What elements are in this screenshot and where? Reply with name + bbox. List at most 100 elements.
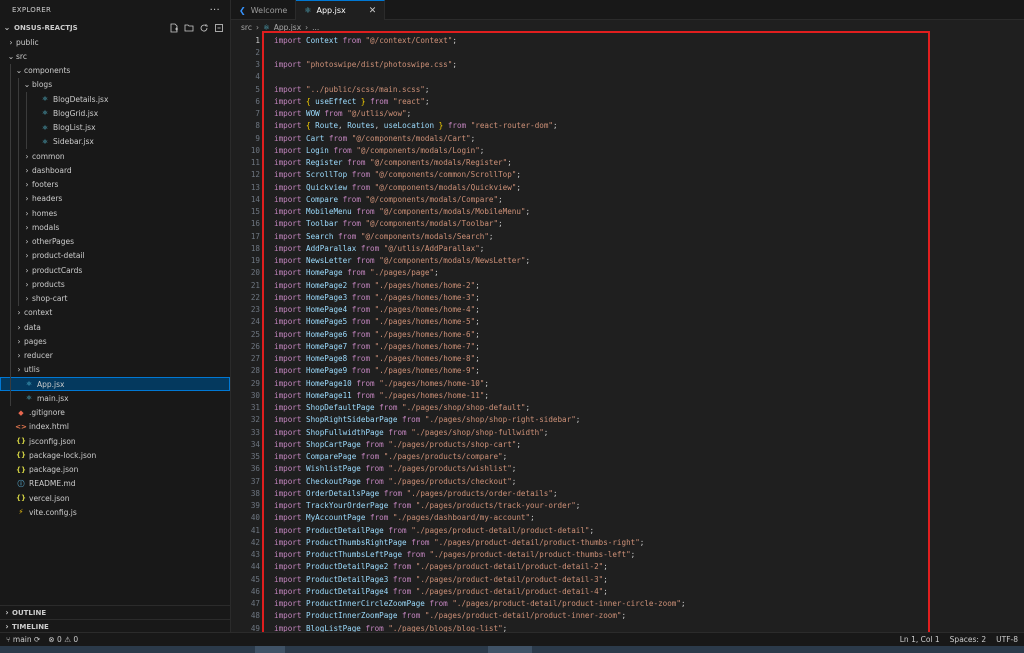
code-line[interactable]: 6 import { useEffect } from "react"; (231, 95, 1024, 107)
code-line[interactable]: 14 import Compare from "@/components/moda… (231, 193, 1024, 205)
code-line[interactable]: 43 import ProductThumbsLeftPage from "./p… (231, 549, 1024, 561)
code-line[interactable]: 9 import Cart from "@/components/modals/C… (231, 132, 1024, 144)
tree-item-folder-public[interactable]: › public (0, 35, 230, 49)
tree-item-folder-pages[interactable]: › pages (0, 334, 230, 349)
code-line[interactable]: 39 import TrackYourOrderPage from "./page… (231, 500, 1024, 512)
code-line[interactable]: 40 import MyAccountPage from "./pages/das… (231, 512, 1024, 524)
tree-item-file-blogdetails[interactable]: ⚛ BlogDetails.jsx (0, 92, 230, 107)
code-line[interactable]: 12 import ScrollTop from "@/components/co… (231, 169, 1024, 181)
tab-app-jsx[interactable]: ⚛ App.jsx ✕ (296, 0, 386, 20)
code-line[interactable]: 8 import { Route, Routes, useLocation } f… (231, 120, 1024, 132)
tree-item-folder-blogs[interactable]: ⌄ blogs (0, 77, 230, 92)
tree-item-folder-footers[interactable]: › footers (0, 177, 230, 192)
code-line[interactable]: 38 import OrderDetailsPage from "./pages/… (231, 487, 1024, 499)
tree-item-folder-reducer[interactable]: › reducer (0, 348, 230, 363)
code-line[interactable]: 33 import ShopFullwidthPage from "./pages… (231, 426, 1024, 438)
code-line[interactable]: 28 import HomePage9 from "./pages/homes/h… (231, 365, 1024, 377)
tree-item-folder-shop-cart[interactable]: › shop-cart (0, 291, 230, 306)
code-line[interactable]: 1 import Context from "@/context/Context"… (231, 34, 1024, 46)
tree-item-file-gitignore[interactable]: ◆ .gitignore (0, 406, 230, 420)
code-line[interactable]: 44 import ProductDetailPage2 from "./page… (231, 561, 1024, 573)
tab-welcome[interactable]: ❮ Welcome (231, 0, 297, 20)
breadcrumb-folder[interactable]: src (241, 23, 252, 32)
code-line[interactable]: 13 import Quickview from "@/components/mo… (231, 181, 1024, 193)
tree-item-folder-modals[interactable]: › modals (0, 220, 230, 235)
code-line[interactable]: 32 import ShopRightSidebarPage from "./pa… (231, 414, 1024, 426)
tree-item-folder-homes[interactable]: › homes (0, 206, 230, 221)
code-line[interactable]: 11 import Register from "@/components/mod… (231, 157, 1024, 169)
tree-item-folder-otherpages[interactable]: › otherPages (0, 234, 230, 249)
tree-item-file-readme[interactable]: ⓘ README.md (0, 477, 230, 491)
code-line[interactable]: 15 import MobileMenu from "@/components/m… (231, 206, 1024, 218)
code-line[interactable]: 3 import "photoswipe/dist/photoswipe.css"… (231, 59, 1024, 71)
code-line[interactable]: 29 import HomePage10 from "./pages/homes/… (231, 377, 1024, 389)
tree-item-file-index-html[interactable]: <> index.html (0, 420, 230, 434)
code-line[interactable]: 46 import ProductDetailPage4 from "./page… (231, 585, 1024, 597)
code-line[interactable]: 31 import ShopDefaultPage from "./pages/s… (231, 402, 1024, 414)
code-editor[interactable]: 1 import Context from "@/context/Context"… (231, 34, 1024, 632)
code-line[interactable]: 25 import HomePage6 from "./pages/homes/h… (231, 328, 1024, 340)
code-line[interactable]: 20 import HomePage from "./pages/page"; (231, 267, 1024, 279)
code-line[interactable]: 36 import WishlistPage from "./pages/prod… (231, 463, 1024, 475)
code-line[interactable]: 23 import HomePage4 from "./pages/homes/h… (231, 304, 1024, 316)
code-line[interactable]: 22 import HomePage3 from "./pages/homes/h… (231, 291, 1024, 303)
code-line[interactable]: 19 import NewsLetter from "@/components/m… (231, 255, 1024, 267)
code-line[interactable]: 2 (231, 46, 1024, 58)
tree-item-folder-products[interactable]: › products (0, 277, 230, 292)
code-line[interactable]: 42 import ProductThumbsRightPage from "./… (231, 536, 1024, 548)
tree-item-folder-data[interactable]: › data (0, 320, 230, 335)
branch-indicator[interactable]: ⑂ main ⟳ (6, 635, 40, 644)
tree-item-folder-context[interactable]: › context (0, 305, 230, 320)
code-line[interactable]: 5 import "../public/scss/main.scss"; (231, 83, 1024, 95)
code-line[interactable]: 49 import BlogListPage from "./pages/blog… (231, 622, 1024, 632)
tree-item-folder-src[interactable]: ⌄ src (0, 49, 230, 63)
tree-item-folder-product-detail[interactable]: › product-detail (0, 248, 230, 263)
editor-scrollbar[interactable] (1010, 34, 1024, 632)
code-line[interactable]: 48 import ProductInnerZoomPage from "./pa… (231, 610, 1024, 622)
tree-item-folder-components[interactable]: ⌄ components (0, 63, 230, 78)
project-root[interactable]: ⌄ ONSUS-REACTJS (0, 20, 230, 35)
tree-item-file-package[interactable]: {} package.json (0, 463, 230, 477)
close-icon[interactable]: ✕ (369, 6, 377, 16)
more-actions-icon[interactable]: ··· (210, 5, 220, 16)
code-line[interactable]: 16 import Toolbar from "@/components/moda… (231, 218, 1024, 230)
code-line[interactable]: 47 import ProductInnerCircleZoomPage from… (231, 598, 1024, 610)
code-line[interactable]: 17 import Search from "@/components/modal… (231, 230, 1024, 242)
timeline-panel[interactable]: › TIMELINE (0, 619, 231, 633)
problems-indicator[interactable]: ⊗ 0 ⚠ 0 (48, 635, 78, 644)
code-line[interactable]: 34 import ShopCartPage from "./pages/prod… (231, 438, 1024, 450)
new-file-icon[interactable] (169, 23, 179, 33)
tree-item-folder-utlis[interactable]: › utlis (0, 362, 230, 377)
code-line[interactable]: 4 (231, 71, 1024, 83)
tree-item-folder-dashboard[interactable]: › dashboard (0, 163, 230, 178)
code-line[interactable]: 7 import WOW from "@/utlis/wow"; (231, 108, 1024, 120)
tree-item-file-sidebar[interactable]: ⚛ Sidebar.jsx (0, 134, 230, 149)
tree-item-folder-common[interactable]: › common (0, 149, 230, 164)
code-line[interactable]: 41 import ProductDetailPage from "./pages… (231, 524, 1024, 536)
tree-item-file-vite-config[interactable]: ⚡ vite.config.js (0, 505, 230, 519)
indentation[interactable]: Spaces: 2 (950, 635, 986, 644)
tree-item-file-vercel[interactable]: {} vercel.json (0, 491, 230, 505)
tree-item-file-bloglist[interactable]: ⚛ BlogList.jsx (0, 120, 230, 135)
tree-item-folder-productcards[interactable]: › productCards (0, 263, 230, 278)
tree-item-file-main[interactable]: ⚛ main.jsx (0, 391, 230, 406)
tree-item-file-package-lock[interactable]: {} package-lock.json (0, 448, 230, 462)
outline-panel[interactable]: › OUTLINE (0, 605, 231, 619)
code-line[interactable]: 30 import HomePage11 from "./pages/homes/… (231, 389, 1024, 401)
encoding[interactable]: UTF-8 (996, 635, 1018, 644)
tree-item-folder-headers[interactable]: › headers (0, 191, 230, 206)
code-line[interactable]: 45 import ProductDetailPage3 from "./page… (231, 573, 1024, 585)
tree-item-file-app[interactable]: ⚛ App.jsx (0, 377, 230, 392)
code-line[interactable]: 26 import HomePage7 from "./pages/homes/h… (231, 340, 1024, 352)
code-line[interactable]: 37 import CheckoutPage from "./pages/prod… (231, 475, 1024, 487)
code-line[interactable]: 35 import ComparePage from "./pages/produ… (231, 451, 1024, 463)
code-line[interactable]: 18 import AddParallax from "@/utlis/AddPa… (231, 242, 1024, 254)
breadcrumb-file[interactable]: App.jsx (274, 23, 301, 32)
refresh-icon[interactable] (199, 23, 209, 33)
code-line[interactable]: 21 import HomePage2 from "./pages/homes/h… (231, 279, 1024, 291)
tree-item-file-bloggrid[interactable]: ⚛ BlogGrid.jsx (0, 106, 230, 121)
new-folder-icon[interactable] (184, 23, 194, 33)
tree-item-file-jsconfig[interactable]: {} jsconfig.json (0, 434, 230, 448)
code-line[interactable]: 24 import HomePage5 from "./pages/homes/h… (231, 316, 1024, 328)
cursor-position[interactable]: Ln 1, Col 1 (900, 635, 940, 644)
